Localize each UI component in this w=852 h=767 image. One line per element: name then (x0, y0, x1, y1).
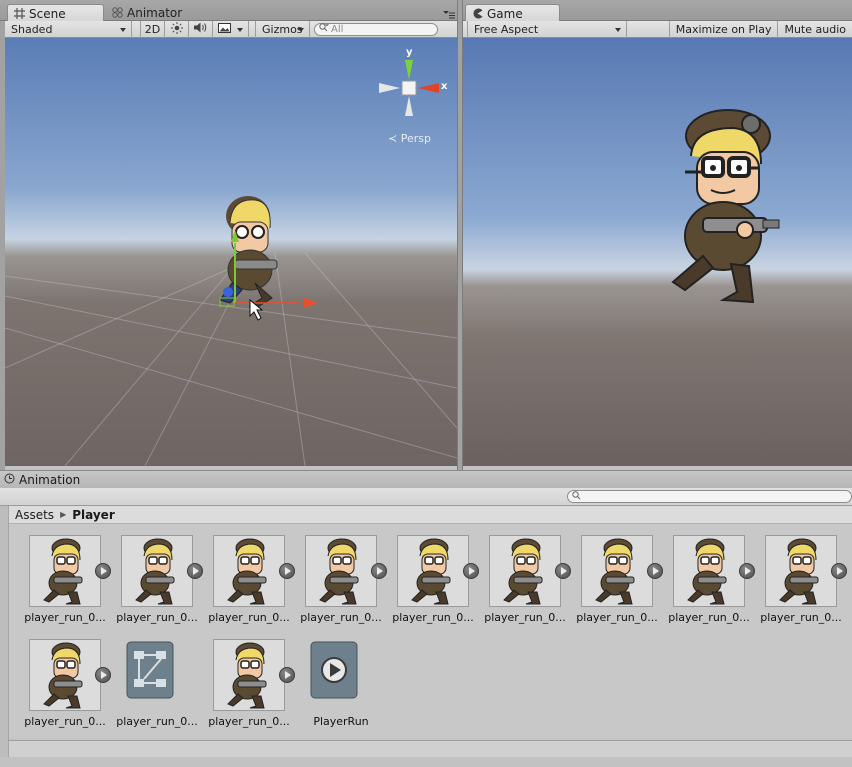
persp-icon: ≺ (388, 132, 398, 145)
sprite-thumbnail (581, 535, 653, 607)
sprite-thumbnail (121, 535, 193, 607)
clock-icon (4, 473, 15, 487)
asset-sprite[interactable]: player_run_0... (9, 628, 111, 728)
scene-viewport[interactable]: y x ≺ Persp (5, 38, 457, 466)
game-toolbar: Free Aspect Maximize on Play Mute audio (463, 20, 852, 38)
mute-audio-toggle[interactable]: Mute audio (778, 21, 852, 38)
asset-animation-clip[interactable]: PlayerRun (285, 628, 377, 728)
breadcrumb: Assets ▶ Player (9, 506, 852, 524)
sprite-thumbnail (397, 535, 469, 607)
asset-sprite[interactable]: player_run_0... (377, 524, 479, 624)
sprite-thumbnail (29, 639, 101, 711)
tab-scene[interactable]: Scene (7, 4, 104, 22)
asset-sprite[interactable]: player_run_0... (469, 524, 571, 624)
gizmo-y-label: y (406, 47, 413, 58)
y-axis-cone[interactable] (405, 60, 413, 80)
tab-scene-label: Scene (29, 6, 66, 21)
game-tab-bar: Game (463, 0, 852, 22)
z-axis-cone[interactable] (405, 96, 413, 116)
asset-search-input[interactable] (567, 490, 852, 503)
tab-animator-label: Animator (127, 5, 183, 20)
gizmos-label: Gizmos (262, 22, 303, 36)
pacman-icon (472, 8, 483, 19)
asset-sprite[interactable]: player_run_0... (101, 524, 203, 624)
scene-search-placeholder: All (331, 23, 344, 35)
asset-sprite[interactable]: player_run_0... (561, 524, 663, 624)
projection-toggle[interactable]: ≺ Persp (388, 132, 431, 145)
animator-icon (112, 7, 123, 18)
asset-sprite[interactable]: player_run_0... (653, 524, 755, 624)
animation-panel-header[interactable]: Animation (0, 470, 852, 488)
x-axis-cone[interactable] (418, 83, 439, 93)
2d-mode-label: 2D (144, 22, 161, 36)
asset-label: PlayerRun (313, 715, 369, 728)
shading-mode-dropdown[interactable]: Shaded (5, 20, 132, 38)
sprite-thumbnail (765, 535, 837, 607)
sprite-thumbnail (489, 535, 561, 607)
sprite-thumbnail (213, 639, 285, 711)
asset-sprite[interactable]: player_run_0... (285, 524, 387, 624)
player-sprite-game (671, 109, 780, 304)
mute-audio-label: Mute audio (784, 22, 846, 36)
folder-tree-edge[interactable] (0, 506, 9, 757)
2d-mode-toggle[interactable]: 2D (140, 20, 165, 38)
window-bottom-edge (0, 757, 852, 767)
search-icon (319, 23, 329, 35)
animator-controller-icon (121, 639, 193, 711)
game-viewport[interactable] (463, 38, 852, 466)
tab-game-label: Game (487, 6, 523, 21)
maximize-on-play-label: Maximize on Play (675, 22, 772, 36)
audio-toggle[interactable] (189, 20, 213, 38)
projection-label: Persp (400, 132, 431, 145)
asset-sprite[interactable]: player_run_0... (193, 628, 295, 728)
asset-sprite[interactable]: player_run_0... (745, 524, 847, 624)
asset-label: player_run_0... (760, 611, 842, 624)
maximize-on-play-toggle[interactable]: Maximize on Play (668, 20, 779, 38)
panel-menu-icon[interactable] (443, 9, 455, 19)
aspect-dropdown[interactable]: Free Aspect (467, 20, 627, 38)
neg-x-axis-cone[interactable] (379, 83, 400, 93)
tab-animator[interactable]: Animator (106, 4, 206, 21)
status-bar (9, 740, 852, 757)
image-icon (218, 22, 231, 36)
gizmos-dropdown[interactable]: Gizmos (255, 20, 310, 38)
scene-tab-bar: Scene Animator (0, 0, 457, 22)
sprite-thumbnail (673, 535, 745, 607)
sprite-thumbnail (213, 535, 285, 607)
expand-arrow-icon[interactable] (831, 563, 847, 579)
animation-toolbar (0, 488, 852, 506)
aspect-label: Free Aspect (474, 22, 539, 36)
orientation-gizmo[interactable]: y x (375, 47, 450, 128)
sprite-thumbnail (29, 535, 101, 607)
scene-toolbar: Shaded 2D Gizmos All (5, 20, 457, 38)
lighting-toggle[interactable] (165, 20, 189, 38)
grid-icon (14, 8, 25, 19)
breadcrumb-root[interactable]: Assets (15, 508, 54, 522)
breadcrumb-separator-icon: ▶ (60, 510, 67, 519)
animation-clip-icon (305, 639, 377, 711)
animation-panel-label: Animation (19, 472, 81, 487)
gizmo-x-label: x (441, 81, 448, 92)
scene-search-input[interactable]: All (314, 22, 438, 36)
effects-dropdown[interactable] (213, 20, 249, 38)
asset-grid: player_run_0... player_run_0... player_run… (9, 524, 852, 739)
breadcrumb-current[interactable]: Player (72, 508, 115, 522)
asset-sprite[interactable]: player_run_0... (9, 524, 111, 624)
player-sprite-scene[interactable] (200, 188, 320, 338)
sun-icon (170, 21, 183, 37)
tab-game[interactable]: Game (465, 4, 560, 22)
shading-mode-label: Shaded (11, 22, 53, 36)
asset-animator-controller[interactable]: player_run_0... (101, 628, 198, 728)
gizmo-center-cube[interactable] (401, 80, 417, 96)
asset-sprite[interactable]: player_run_0... (193, 524, 295, 624)
sprite-thumbnail (305, 535, 377, 607)
speaker-icon (194, 22, 207, 36)
search-icon (572, 490, 582, 503)
